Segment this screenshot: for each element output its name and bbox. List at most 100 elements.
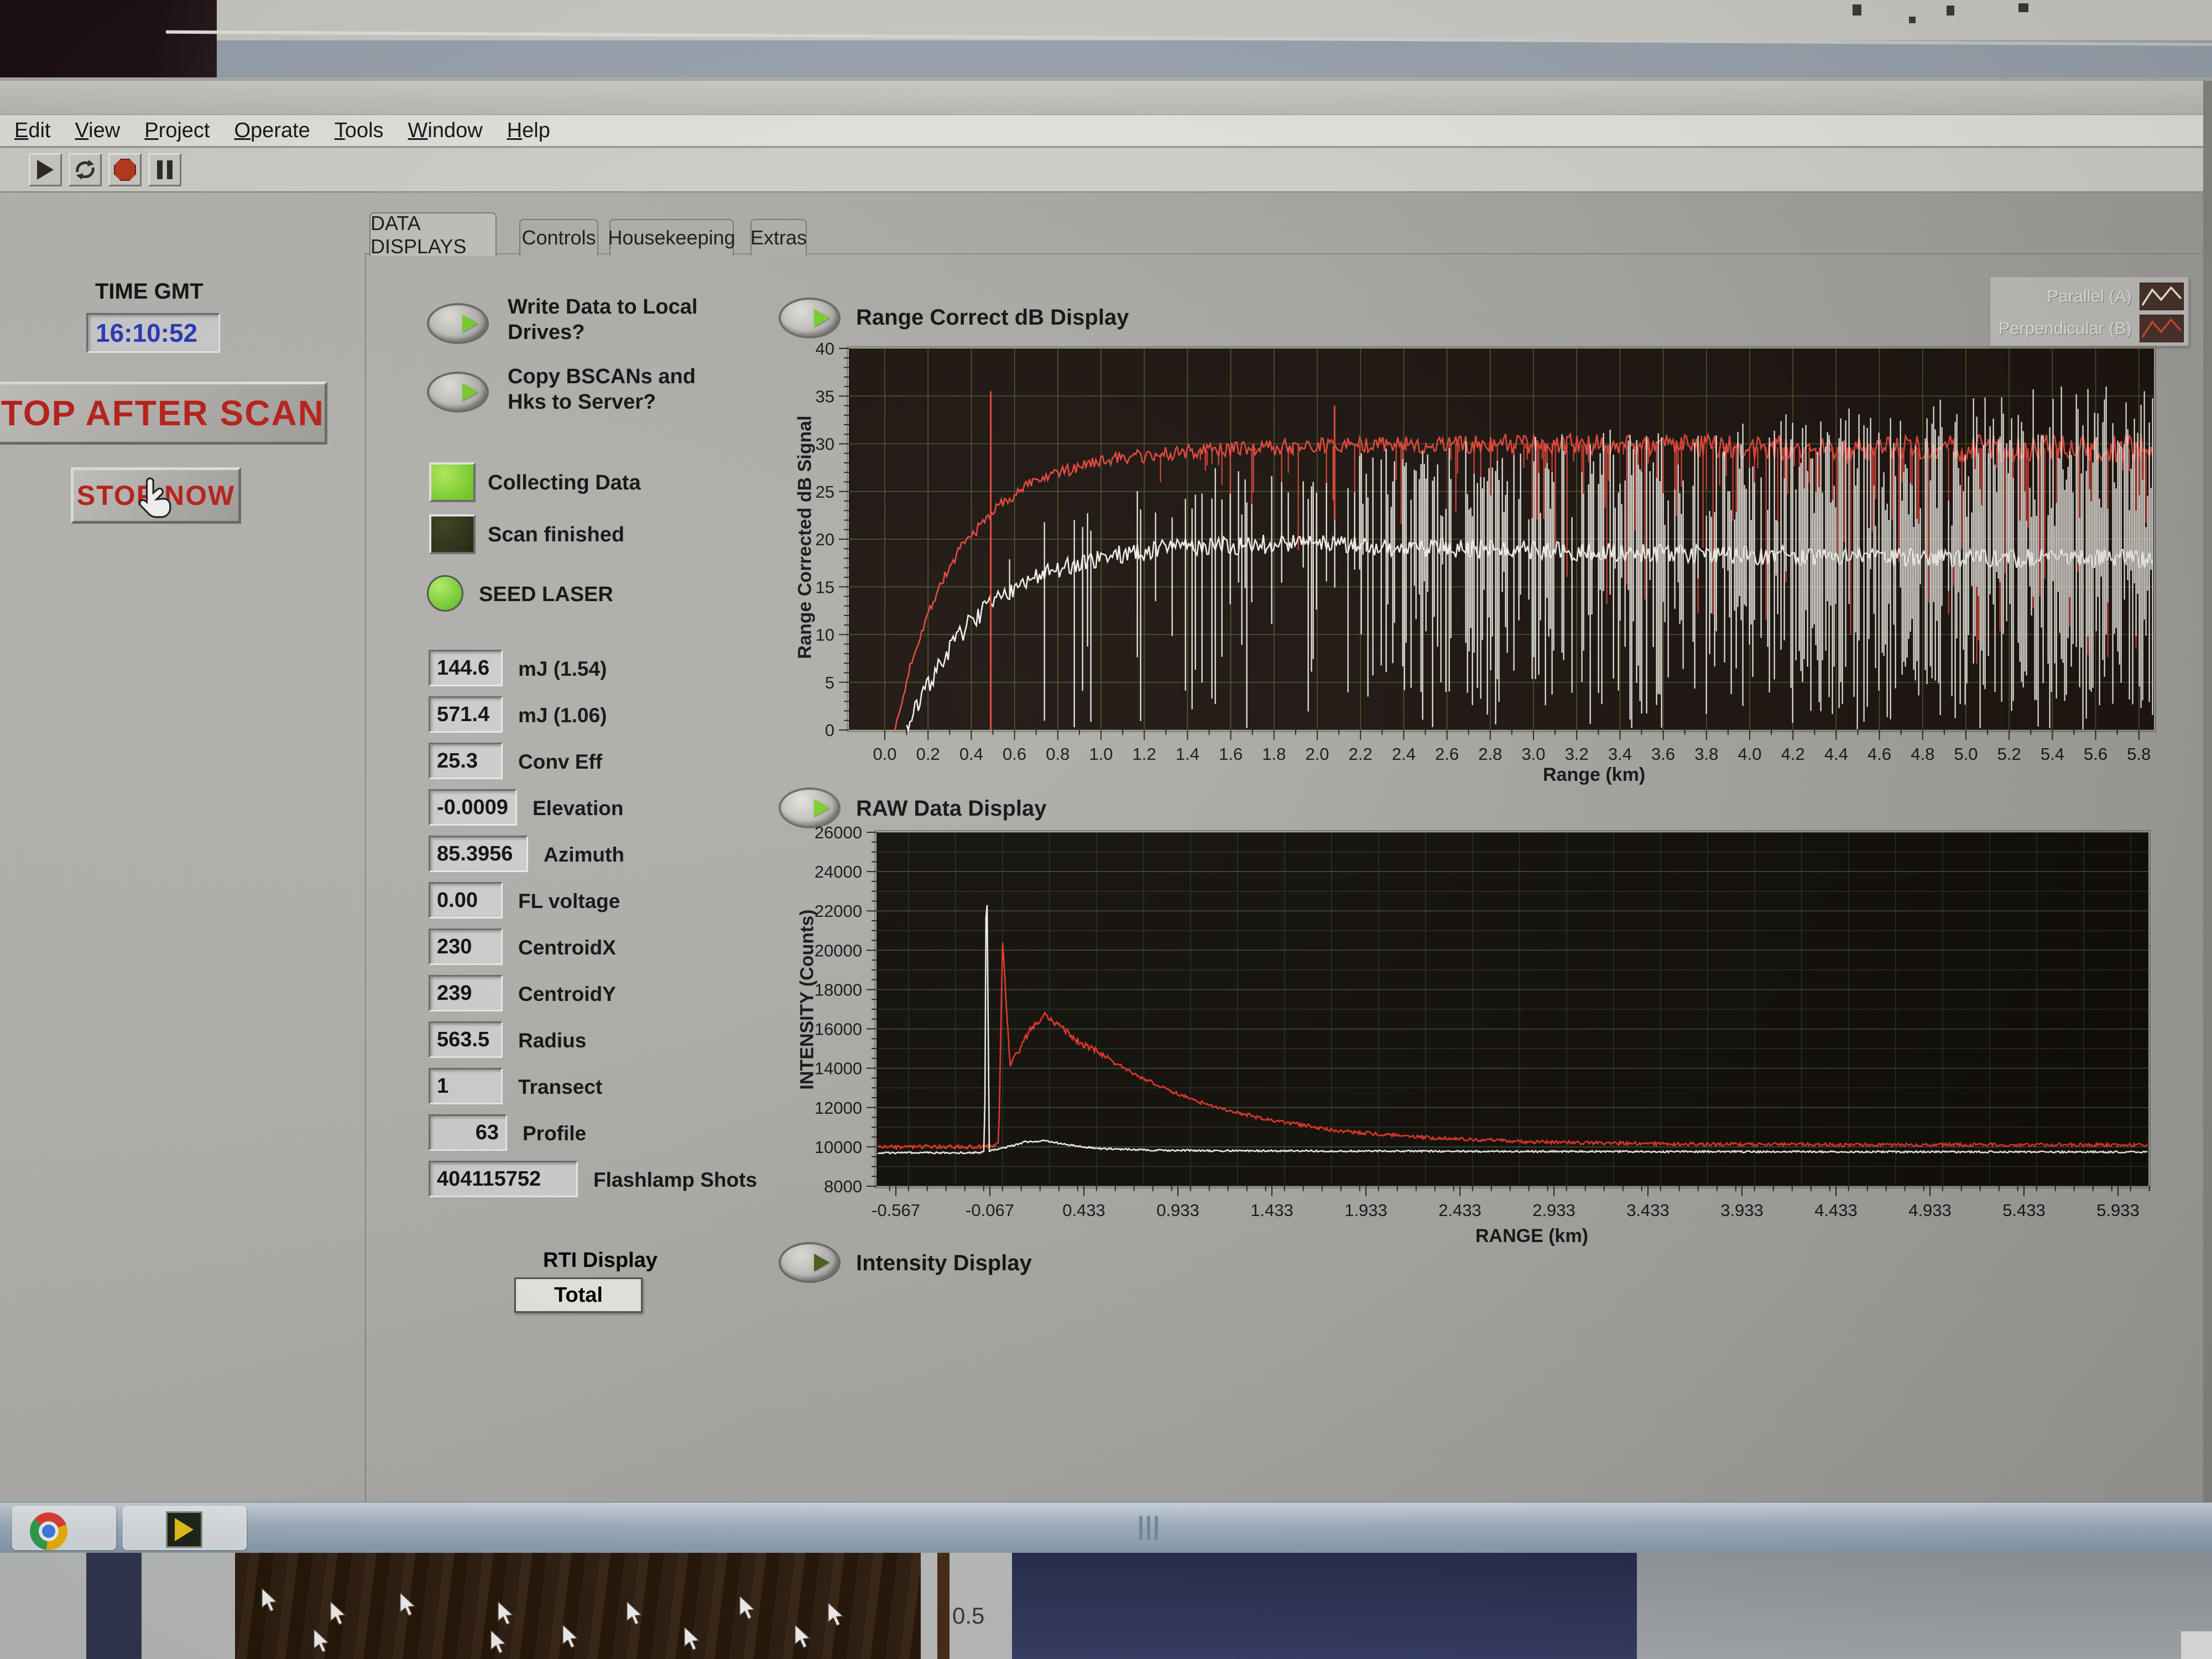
tab-controls[interactable]: Controls [519,219,598,255]
stop-after-scan-button[interactable]: STOP AFTER SCAN [0,382,327,445]
bottom-scale-label: 0.5 [952,1603,984,1629]
raw-xlabel: RANGE (km) [1475,1225,1588,1247]
menu-item-window[interactable]: Window [408,119,483,143]
menu-item-tools[interactable]: Tools [335,119,384,143]
cursor-arrow-icon [495,1601,517,1626]
svg-text:5.2: 5.2 [1997,744,2021,764]
run-continuous-icon [73,158,97,182]
svg-text:20: 20 [816,530,834,549]
chrome-icon[interactable] [30,1512,67,1550]
svg-text:1.433: 1.433 [1250,1201,1293,1220]
cursor-arrow-icon [737,1596,759,1620]
bottom-navy-region [1012,1553,1637,1659]
run-button[interactable] [29,153,62,186]
indicator-profile: 63 [429,1114,507,1151]
menu-item-operate[interactable]: Operate [234,119,310,143]
cursor-arrow-icon [488,1630,510,1655]
svg-text:0.433: 0.433 [1062,1201,1105,1220]
svg-text:-0.067: -0.067 [966,1201,1014,1220]
abort-icon [114,159,136,181]
cursor-arrow-icon [825,1603,847,1627]
cursor-arrow-icon [311,1629,333,1653]
svg-text:18000: 18000 [815,980,862,999]
svg-text:26000: 26000 [815,823,862,842]
svg-text:1.6: 1.6 [1219,744,1243,764]
indicator-transect: 1 [429,1068,503,1104]
bottom-gray-region [1637,1553,2212,1659]
indicator-label: mJ (1.06) [518,704,607,727]
taskbar [0,1502,2212,1553]
svg-text:2.6: 2.6 [1435,744,1459,764]
range-xlabel: Range (km) [1543,764,1645,786]
abort-button[interactable] [108,153,142,186]
indicator-centroidy: 239 [429,975,503,1011]
svg-text:25: 25 [816,482,834,502]
svg-text:5: 5 [825,673,834,692]
cursor-arrow-icon [681,1627,703,1651]
window-titlebar[interactable]: 2HATS_Main_3.01.vi [0,81,2203,115]
time-gmt-label: TIME GMT [95,279,204,304]
seed-laser-led [427,575,463,612]
tab-data-displays[interactable]: DATA DISPLAYS [369,212,497,256]
copy-bscans-toggle[interactable] [427,372,489,413]
indicator-azimuth: 85.3956 [429,836,528,872]
svg-text:3.4: 3.4 [1608,744,1632,764]
menu-item-view[interactable]: View [75,119,121,143]
svg-text:3.933: 3.933 [1720,1201,1764,1220]
tab-housekeeping[interactable]: Housekeeping [609,219,734,255]
bottom-brown-bar [937,1553,950,1659]
cursor-arrow-icon [624,1601,646,1626]
bottom-white-corner [2181,1631,2212,1659]
indicator-label: CentroidY [518,983,616,1006]
copy-bscans-label: Copy BSCANs and Hks to Server? [508,364,701,415]
taskbar-grip-icon[interactable] [1139,1516,1158,1540]
pause-button[interactable] [148,153,181,186]
run-arrow-icon [37,160,54,180]
tab-extras[interactable]: Extras [750,219,807,255]
rti-display-ring[interactable]: Total [514,1277,643,1313]
scan-finished-led [429,514,476,554]
indicator-label: Radius [518,1029,586,1052]
svg-text:4.4: 4.4 [1824,744,1848,764]
write-data-toggle[interactable] [427,303,489,344]
svg-text:3.6: 3.6 [1651,744,1675,764]
window-right-edge [2203,81,2212,1502]
svg-text:5.933: 5.933 [2096,1201,2140,1220]
svg-text:4.433: 4.433 [1814,1201,1858,1220]
svg-text:8000: 8000 [824,1177,862,1196]
svg-text:5.4: 5.4 [2041,744,2064,764]
svg-text:3.0: 3.0 [1521,744,1545,764]
svg-text:-0.567: -0.567 [872,1201,920,1220]
indicator-label: Elevation [533,797,624,820]
svg-text:40: 40 [816,339,834,358]
menu-item-project[interactable]: Project [144,119,210,143]
indicator-fl-voltage: 0.00 [429,882,503,919]
svg-text:3.8: 3.8 [1694,744,1718,764]
range-correct-db-graph: 05101520253035400.00.20.40.60.81.01.21.4… [774,310,2190,796]
menu-item-edit[interactable]: Edit [14,119,51,143]
rti-display-label: RTI Display [543,1249,658,1272]
top-photo-strip [0,0,2212,77]
svg-text:1.933: 1.933 [1344,1201,1387,1220]
svg-text:5.6: 5.6 [2084,744,2107,764]
svg-text:0.2: 0.2 [916,744,940,764]
legend-line-sample[interactable] [2140,283,2184,310]
menu-item-help[interactable]: Help [507,119,550,143]
svg-text:5.8: 5.8 [2127,744,2151,764]
svg-text:2.2: 2.2 [1349,744,1373,764]
svg-text:20000: 20000 [815,941,862,960]
svg-text:5.433: 5.433 [2002,1201,2046,1220]
pause-icon [157,160,173,179]
labview-icon[interactable] [166,1511,202,1548]
indicator-label: mJ (1.54) [518,658,607,681]
top-dark-region [0,0,217,77]
svg-text:2.8: 2.8 [1478,744,1502,764]
indicator-label: Flashlamp Shots [593,1168,757,1192]
bezel-highlight [166,30,2212,46]
svg-text:2.0: 2.0 [1305,744,1329,764]
collecting-data-led [429,462,476,502]
legend-label: Parallel (A) [2047,286,2132,306]
cursor-arrow-icon [327,1601,349,1626]
svg-text:3.433: 3.433 [1626,1201,1670,1220]
run-continuous-button[interactable] [69,153,102,186]
